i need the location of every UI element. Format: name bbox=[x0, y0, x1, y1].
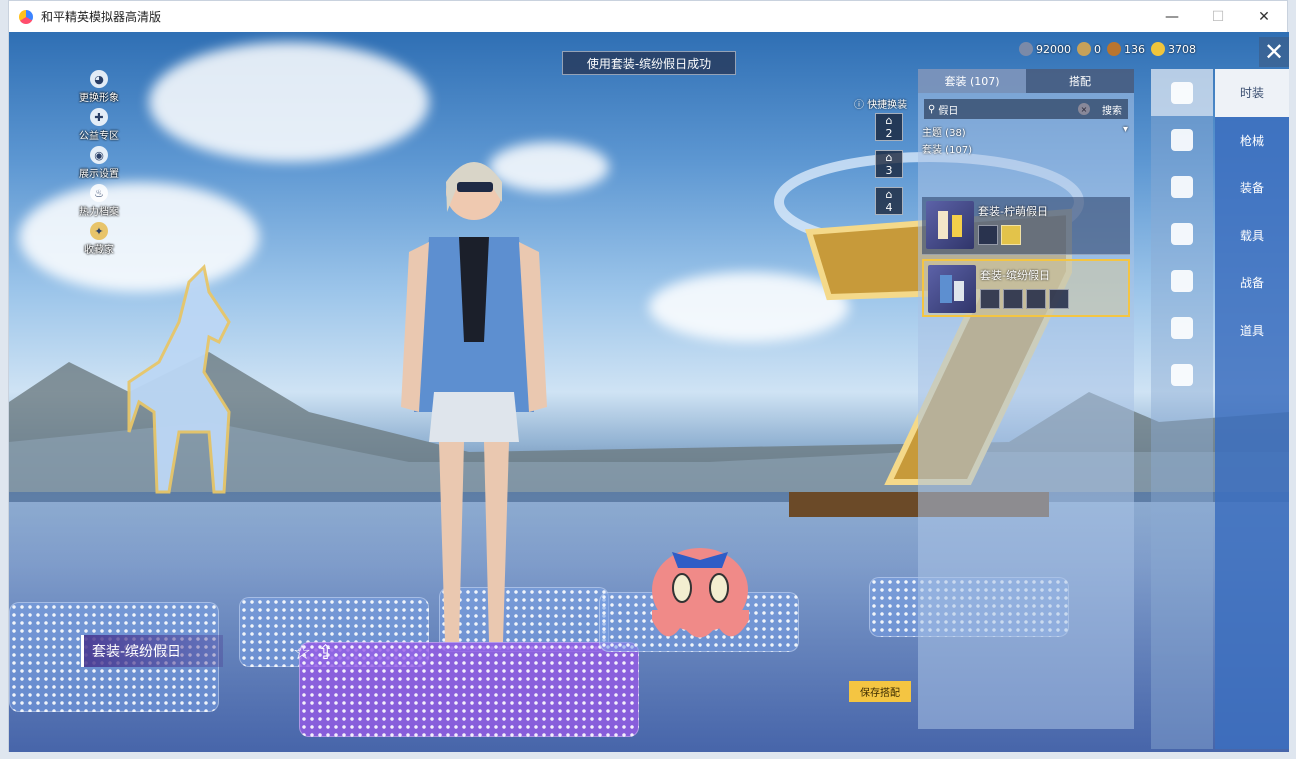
hanger-icon: ⌂ bbox=[885, 114, 893, 127]
favorite-share-icons[interactable]: ☆ ⇪ bbox=[293, 640, 334, 664]
quick-slot-3[interactable]: ⌂ 3 bbox=[875, 150, 903, 178]
part-thumb[interactable] bbox=[1001, 225, 1021, 245]
left-menu-collector[interactable]: ✦ 收藏家 bbox=[69, 222, 129, 256]
shoes-icon bbox=[1171, 316, 1193, 339]
window-controls: — ☐ ✕ bbox=[1149, 1, 1287, 32]
category-tactical[interactable]: 战备 bbox=[1215, 259, 1289, 307]
player-character bbox=[401, 162, 547, 642]
icon-hair[interactable] bbox=[1151, 257, 1213, 304]
icon-hat[interactable] bbox=[1151, 116, 1213, 163]
crystal-horse-mount bbox=[127, 263, 231, 494]
suit-item-colorful-holiday[interactable]: ✓ 套装-缤纷假日 bbox=[922, 259, 1130, 317]
currency-coupon[interactable]: 3708 bbox=[1151, 42, 1196, 56]
quick-slot-2[interactable]: ⌂ 2 bbox=[875, 113, 903, 141]
currency-bar: 92000 0 136 3708 bbox=[1019, 42, 1196, 56]
title-bar: 和平精英模拟器高清版 — ☐ ✕ bbox=[9, 1, 1287, 32]
suit-thumbnail bbox=[928, 265, 976, 313]
mask-icon bbox=[1171, 222, 1193, 245]
search-box[interactable]: ⚲ 假日 × 搜索 bbox=[924, 99, 1128, 119]
flame-icon: ♨ bbox=[90, 184, 108, 202]
wardrobe-panel: 套装 (107) 搭配 ⚲ 假日 × 搜索 主题 (38) ▾ 套装 (107)… bbox=[918, 69, 1134, 729]
part-thumb[interactable] bbox=[1003, 289, 1023, 309]
glasses-icon bbox=[1171, 363, 1193, 386]
category-weapons[interactable]: 枪械 bbox=[1215, 117, 1289, 165]
hair-icon bbox=[1171, 269, 1193, 292]
minimize-button[interactable]: — bbox=[1149, 1, 1195, 32]
left-menu-heat-archive[interactable]: ♨ 热力档案 bbox=[69, 184, 129, 218]
theme-filter[interactable]: 主题 (38) ▾ bbox=[922, 124, 1134, 139]
quick-change-label[interactable]: ⓘ 快捷换装 bbox=[854, 96, 907, 111]
app-logo-icon bbox=[19, 9, 33, 24]
category-items[interactable]: 道具 bbox=[1215, 307, 1289, 355]
close-window-button[interactable]: ✕ bbox=[1241, 1, 1287, 32]
hanger-icon: ⌂ bbox=[885, 151, 893, 164]
icon-glasses[interactable] bbox=[1151, 351, 1213, 398]
emulator-window: 和平精英模拟器高清版 — ☐ ✕ ◕ 更换形象 ✚ 公益专区 ◉ 展示设置 ♨ … bbox=[8, 0, 1289, 752]
part-thumb[interactable] bbox=[1049, 289, 1069, 309]
part-thumb[interactable] bbox=[980, 289, 1000, 309]
suit-count: 套装 (107) bbox=[922, 145, 973, 156]
coupon-coin-icon bbox=[1151, 42, 1165, 56]
suit-parts bbox=[980, 289, 1069, 309]
icon-mask[interactable] bbox=[1151, 210, 1213, 257]
maximize-button[interactable]: ☐ bbox=[1195, 1, 1241, 32]
dropdown-arrow-icon: ▾ bbox=[1122, 124, 1128, 135]
panel-tabs: 套装 (107) 搭配 bbox=[918, 69, 1134, 93]
icon-weapon-skin[interactable] bbox=[1151, 163, 1213, 210]
left-menu-display-settings[interactable]: ◉ 展示设置 bbox=[69, 146, 129, 180]
search-input[interactable]: 假日 bbox=[938, 102, 1078, 117]
suit-thumbnail bbox=[926, 201, 974, 249]
currency-gold-ticket[interactable]: 0 bbox=[1077, 42, 1101, 56]
puzzle-icon: ✚ bbox=[90, 108, 108, 126]
category-fashion[interactable]: 时装 bbox=[1215, 69, 1289, 117]
left-menu-change-look[interactable]: ◕ 更换形象 bbox=[69, 70, 129, 104]
currency-silver[interactable]: 92000 bbox=[1019, 42, 1071, 56]
tab-suits[interactable]: 套装 (107) bbox=[918, 69, 1026, 93]
person-icon: ◕ bbox=[90, 70, 108, 88]
hanger-icon: ⌂ bbox=[885, 188, 893, 201]
eye-icon: ◉ bbox=[90, 146, 108, 164]
outfit-icon bbox=[1171, 81, 1193, 104]
left-menu: ◕ 更换形象 ✚ 公益专区 ◉ 展示设置 ♨ 热力档案 ✦ 收藏家 bbox=[69, 70, 129, 260]
suit-item-lemon-holiday[interactable]: 套装-柠萌假日 bbox=[922, 197, 1130, 255]
part-thumb[interactable] bbox=[1026, 289, 1046, 309]
category-vehicles[interactable]: 载具 bbox=[1215, 212, 1289, 260]
left-menu-charity[interactable]: ✚ 公益专区 bbox=[69, 108, 129, 142]
game-viewport: ◕ 更换形象 ✚ 公益专区 ◉ 展示设置 ♨ 热力档案 ✦ 收藏家 使用套装-缤… bbox=[9, 32, 1289, 752]
item-type-icons bbox=[1151, 69, 1213, 749]
collector-badge-icon: ✦ bbox=[90, 222, 108, 240]
silver-coin-icon bbox=[1019, 42, 1033, 56]
search-button[interactable]: 搜索 bbox=[1096, 99, 1128, 119]
search-icon: ⚲ bbox=[928, 103, 936, 115]
suit-parts bbox=[978, 225, 1021, 245]
gun-icon bbox=[1171, 175, 1193, 198]
quick-slot-4[interactable]: ⌂ 4 bbox=[875, 187, 903, 215]
window-title: 和平精英模拟器高清版 bbox=[41, 10, 162, 24]
tab-combos[interactable]: 搭配 bbox=[1026, 69, 1134, 93]
cap-icon bbox=[1171, 128, 1193, 151]
icon-shoes[interactable] bbox=[1151, 304, 1213, 351]
icon-outfit[interactable] bbox=[1151, 69, 1213, 116]
current-outfit-name: 套装-缤纷假日 bbox=[81, 635, 223, 667]
clear-search-icon[interactable]: × bbox=[1078, 103, 1090, 115]
pink-octopus-pet bbox=[652, 548, 749, 638]
currency-bronze[interactable]: 136 bbox=[1107, 42, 1145, 56]
category-menu: 时装 枪械 装备 载具 战备 道具 bbox=[1215, 69, 1289, 749]
bronze-coin-icon bbox=[1107, 42, 1121, 56]
save-outfit-button[interactable]: 保存搭配 bbox=[849, 681, 911, 702]
close-wardrobe-button[interactable]: ✕ bbox=[1259, 37, 1289, 67]
equip-success-notice: 使用套装-缤纷假日成功 bbox=[562, 51, 736, 75]
part-thumb[interactable] bbox=[978, 225, 998, 245]
category-equipment[interactable]: 装备 bbox=[1215, 164, 1289, 212]
gold-ticket-icon bbox=[1077, 42, 1091, 56]
